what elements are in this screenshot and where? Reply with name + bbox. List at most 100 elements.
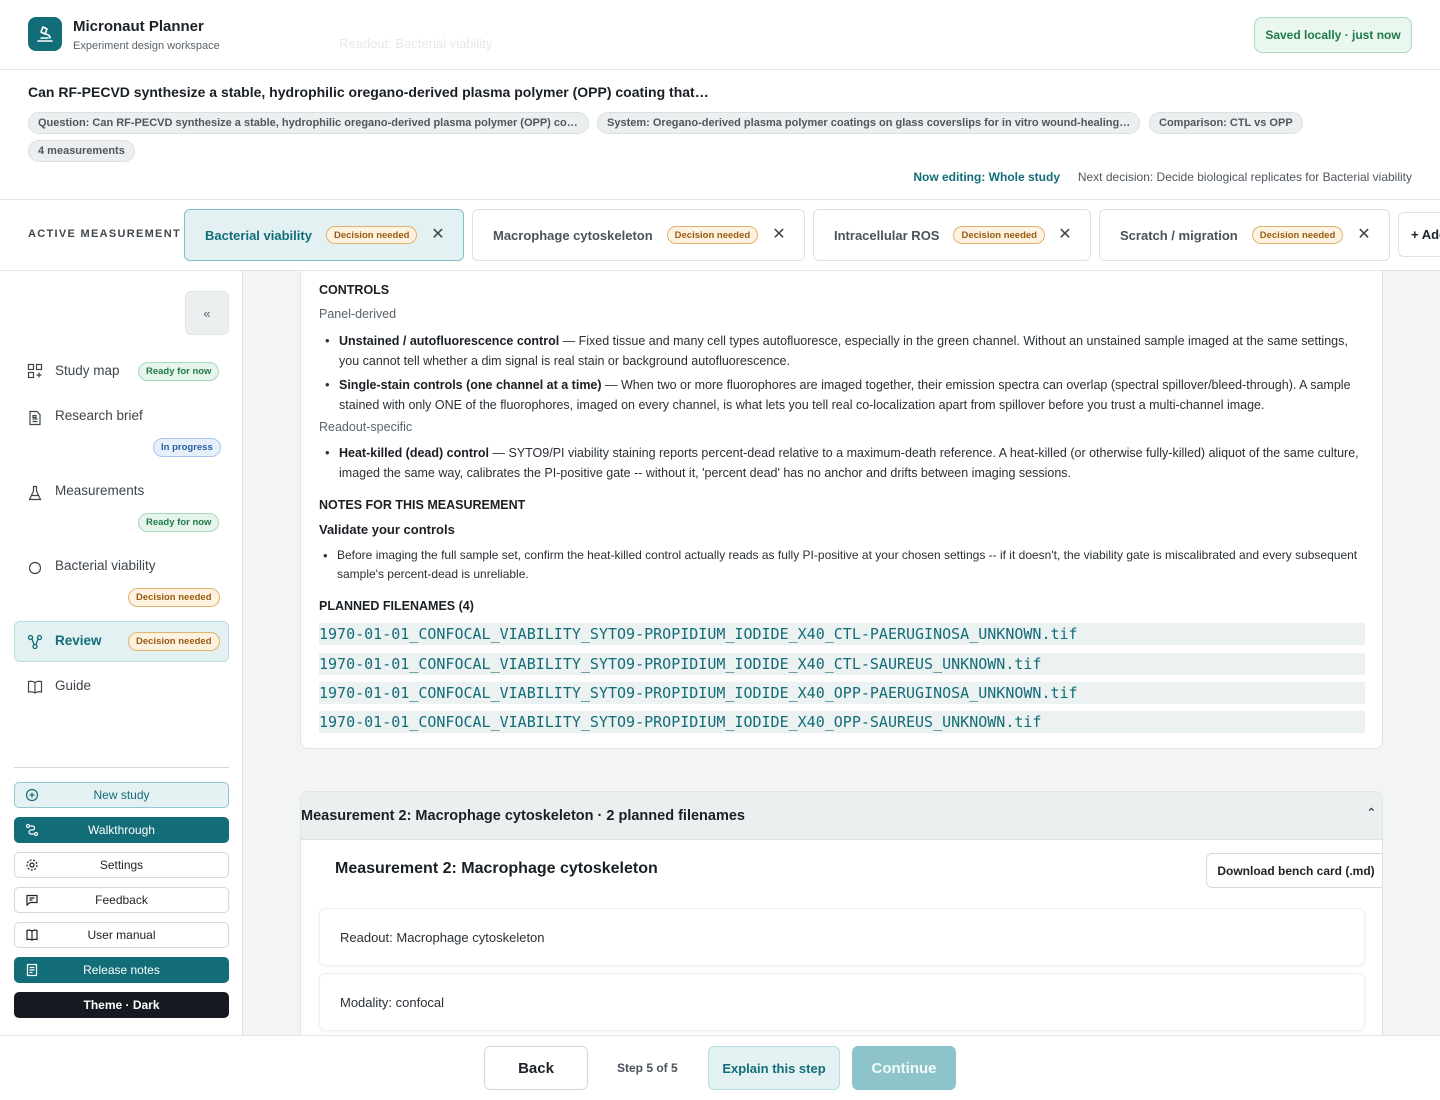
filenames-heading: PLANNED FILENAMES (4) [319,599,474,613]
note-item: Before imaging the full sample set, conf… [323,546,1367,584]
next-decision-text: Next decision: Decide biological replica… [1077,170,1412,184]
feedback-button[interactable]: Feedback [14,887,229,913]
sidebar: « Study map Ready for now Research brief… [0,271,243,1035]
sidebar-item-label: Study map [55,363,120,378]
status-badge: Ready for now [138,513,220,532]
button-label: Theme · Dark [83,998,160,1012]
plus-circle-icon [25,788,39,802]
filename-item: 1970-01-01_CONFOCAL_VIABILITY_SYTO9-PROP… [319,711,1365,733]
status-badge: In progress [153,438,221,457]
sidebar-divider [14,767,229,768]
sidebar-item-guide[interactable]: Guide [14,677,229,701]
microscope-logo-icon [28,17,62,51]
close-icon[interactable]: ✕ [1058,227,1072,243]
sidebar-item-review[interactable]: Review Decision needed [14,621,229,662]
chat-icon [26,894,38,907]
tab-intracellular-ros[interactable]: Intracellular ROS Decision needed ✕ [813,209,1091,261]
step-indicator: Step 5 of 5 [617,1061,678,1075]
notes-icon [26,963,38,977]
app-subtitle: Experiment design workspace [73,40,220,52]
book-icon [27,680,43,694]
modality-field: Modality: confocal [319,973,1365,1031]
sidebar-item-bacterial-viability[interactable]: Bacterial viability Decision needed [14,557,229,607]
flask-icon [28,485,42,501]
close-icon[interactable]: ✕ [772,227,786,243]
route-icon [25,823,39,837]
filename-item: 1970-01-01_CONFOCAL_VIABILITY_SYTO9-PROP… [319,682,1365,704]
chevron-up-icon: ⌃ [1366,807,1376,819]
notes-subheading: Validate your controls [319,522,455,537]
app-title: Micronaut Planner [73,18,204,35]
measurement-2-accordion-header[interactable]: Measurement 2: Macrophage cytoskeleton ·… [301,792,1382,840]
control-text: — SYTO9/PI viability staining reports pe… [339,446,1359,480]
filename-item: 1970-01-01_CONFOCAL_VIABILITY_SYTO9-PROP… [319,653,1365,675]
tab-label: Bacterial viability [205,227,312,243]
main-content: CONTROLS Panel-derived Unstained / autof… [243,271,1440,1035]
button-label: Release notes [83,963,160,977]
tab-label: Scratch / migration [1120,227,1238,243]
question-chip: Question: Can RF-PECVD synthesize a stab… [28,112,589,134]
button-label: Feedback [95,893,148,907]
new-study-button[interactable]: New study [14,782,229,808]
control-title: Heat-killed (dead) control [339,446,490,460]
sidebar-item-label: Research brief [55,408,143,423]
grid-icon [27,363,43,379]
settings-button[interactable]: Settings [14,852,229,878]
book-open-icon [26,929,38,941]
sidebar-item-study-map[interactable]: Study map Ready for now [14,359,229,383]
network-icon [27,634,43,650]
study-header: Can RF-PECVD synthesize a stable, hydrop… [0,70,1440,200]
control-title: Single-stain controls (one channel at a … [339,378,602,392]
gear-icon [26,859,38,871]
now-editing-link[interactable]: Now editing: Whole study [913,170,1060,184]
sidebar-item-label: Guide [55,678,92,693]
add-measurement-button[interactable]: + Add [1398,212,1440,257]
control-item: Single-stain controls (one channel at a … [325,375,1369,415]
close-icon[interactable]: ✕ [1357,227,1371,243]
decision-badge: Decision needed [325,226,418,244]
tab-macrophage-cytoskeleton[interactable]: Macrophage cytoskeleton Decision needed … [472,209,805,261]
study-title: Can RF-PECVD synthesize a stable, hydrop… [28,84,709,100]
readout-specific-label: Readout-specific [319,420,413,434]
tab-scratch-migration[interactable]: Scratch / migration Decision needed ✕ [1099,209,1390,261]
decision-badge: Decision needed [666,226,759,244]
measurement-tabs-bar: ACTIVE MEASUREMENT Bacterial viability D… [0,200,1440,271]
release-notes-button[interactable]: Release notes [14,957,229,983]
user-manual-button[interactable]: User manual [14,922,229,948]
measurement-2-card: Measurement 2: Macrophage cytoskeleton ·… [300,791,1383,1035]
sidebar-item-research-brief[interactable]: Research brief In progress [14,407,229,457]
status-badge: Decision needed [128,632,220,651]
decision-badge: Decision needed [1251,226,1344,244]
decision-badge: Decision needed [953,226,1045,244]
saved-status-badge: Saved locally · just now [1254,17,1412,53]
status-badge: Decision needed [128,588,220,607]
sidebar-item-label: Measurements [55,483,145,498]
collapse-sidebar-button[interactable]: « [185,291,229,335]
button-label: Walkthrough [88,823,155,837]
control-title: Unstained / autofluorescence control [339,334,560,348]
button-label: Settings [99,858,144,872]
button-label: New study [93,788,150,802]
walkthrough-button[interactable]: Walkthrough [14,817,229,843]
sidebar-item-measurements[interactable]: Measurements Ready for now [14,482,229,532]
status-badge: Ready for now [138,362,220,381]
filename-item: 1970-01-01_CONFOCAL_VIABILITY_SYTO9-PROP… [319,623,1365,645]
tab-bacterial-viability[interactable]: Bacterial viability Decision needed ✕ [184,209,464,261]
continue-button[interactable]: Continue [852,1046,956,1090]
controls-heading: CONTROLS [319,283,390,297]
control-item: Heat-killed (dead) control — SYTO9/PI vi… [325,443,1369,483]
theme-toggle-button[interactable]: Theme · Dark [14,992,229,1018]
back-button[interactable]: Back [484,1046,588,1090]
close-icon[interactable]: ✕ [431,227,445,243]
system-chip: System: Oregano-derived plasma polymer c… [597,112,1140,134]
tab-label: Macrophage cytoskeleton [493,227,653,243]
measurement-count-chip: 4 measurements [28,140,135,162]
explain-step-button[interactable]: Explain this step [708,1046,840,1090]
download-bench-card-button[interactable]: Download bench card (.md) [1206,853,1382,888]
readout-field: Readout: Macrophage cytoskeleton [319,908,1365,966]
sidebar-item-label: Bacterial viability [55,558,156,573]
footer-bar: Back Step 5 of 5 Explain this step Conti… [0,1035,1440,1100]
app-header: Micronaut Planner Experiment design work… [0,0,1440,70]
control-item: Unstained / autofluorescence control — F… [325,331,1369,371]
active-measurement-label: ACTIVE MEASUREMENT [28,228,181,240]
